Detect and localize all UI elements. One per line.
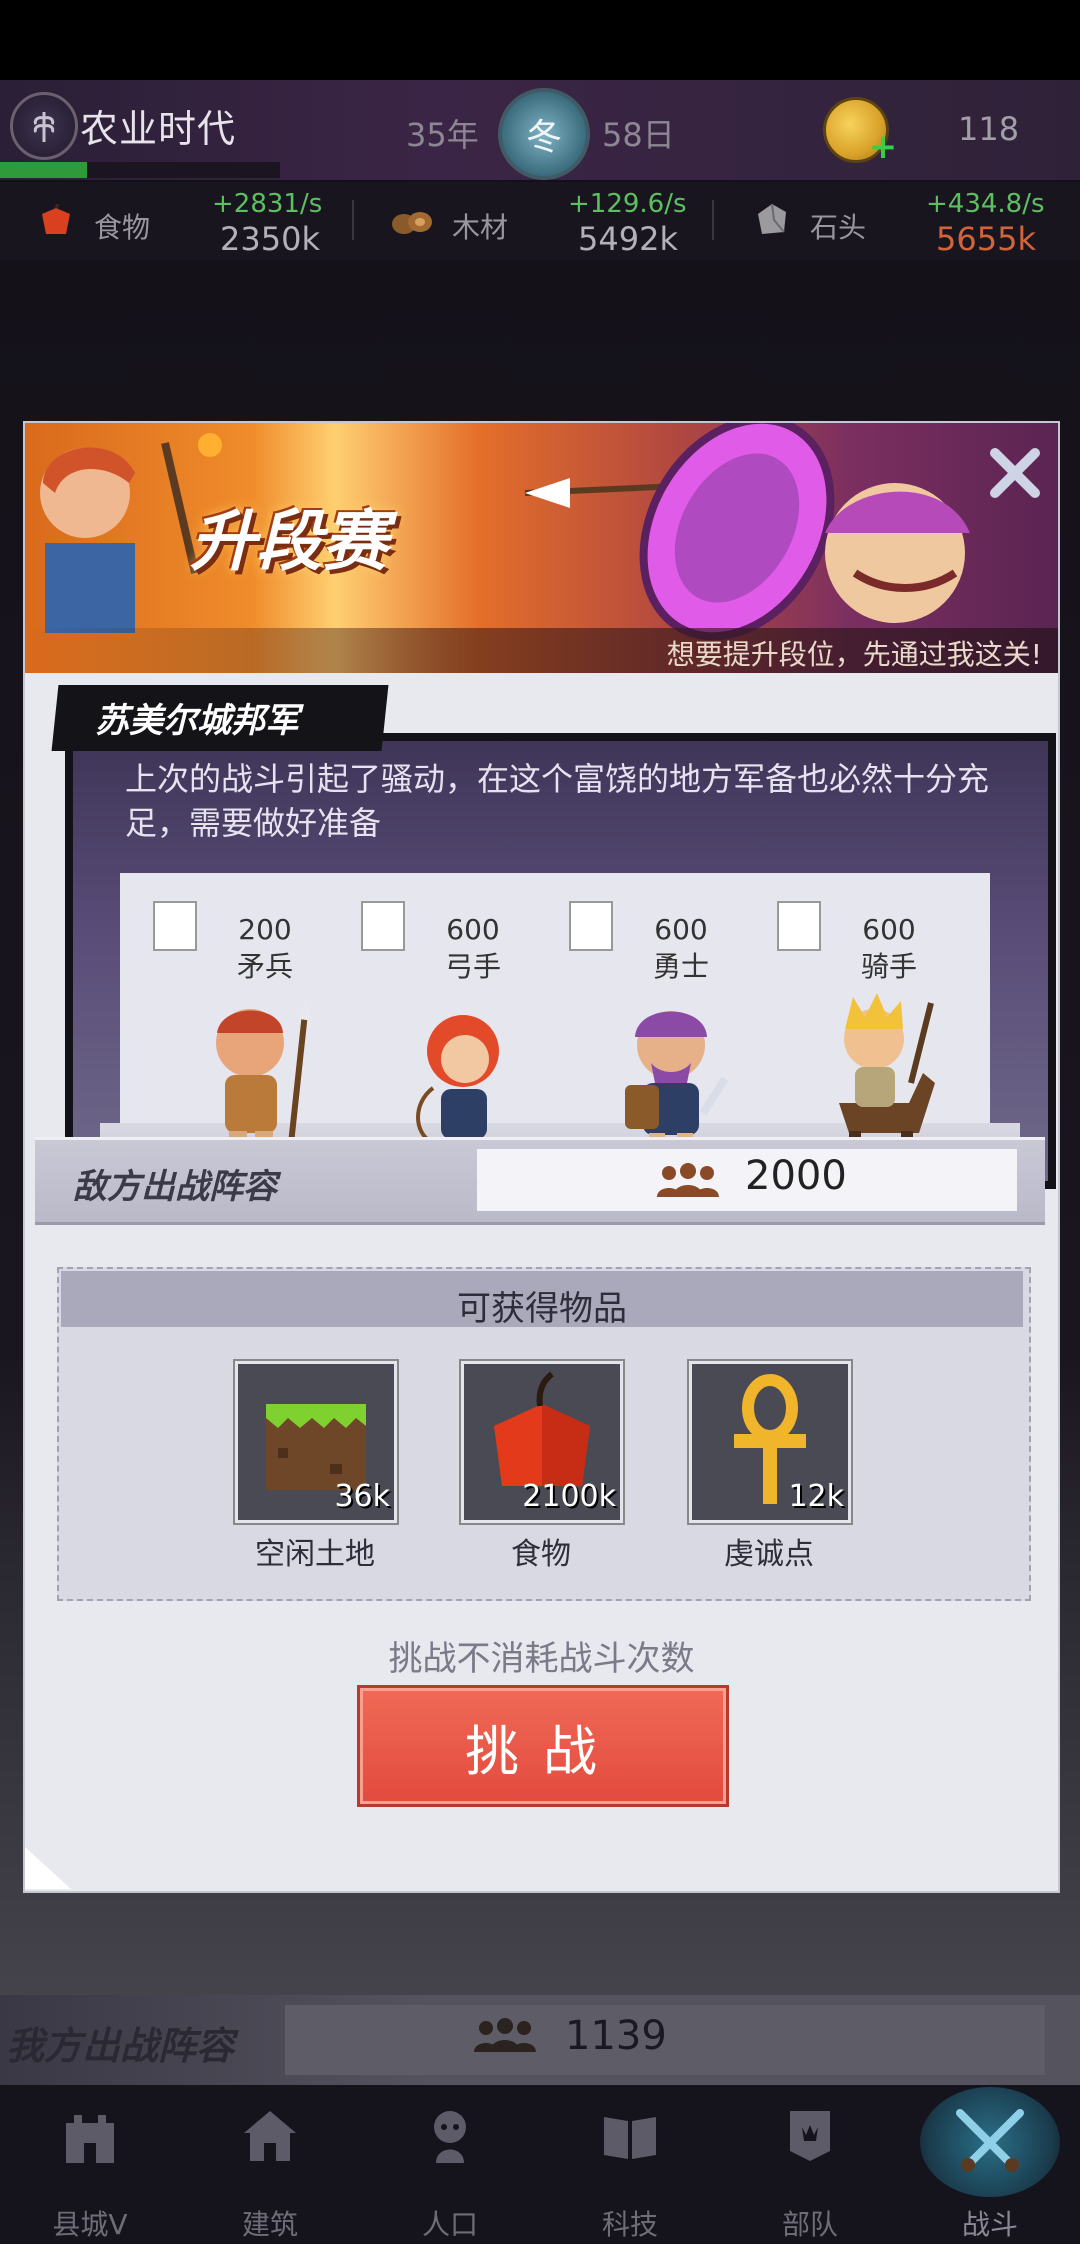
unit-type: 矛兵 xyxy=(236,950,293,983)
challenge-button-label: 挑战 xyxy=(465,1719,621,1783)
close-icon xyxy=(990,448,1040,498)
enemy-total-count: 2000 xyxy=(745,1153,847,1199)
reward-tile: 36k xyxy=(235,1361,397,1523)
reward-qty: 12k xyxy=(788,1479,844,1514)
enemy-unit-rider[interactable]: 600 骑手 xyxy=(759,883,969,1173)
unit-type: 弓手 xyxy=(444,950,501,983)
season-indicator: 冬 xyxy=(498,88,590,180)
unit-count: 200 xyxy=(238,913,292,946)
rewards-title: 可获得物品 xyxy=(457,1289,627,1329)
my-lineup-label: 我方出战阵容 xyxy=(6,2024,235,2068)
resource-food-rate: +2831/s xyxy=(212,189,323,219)
my-total-count: 1139 xyxy=(565,2013,667,2059)
coin-count: 118 xyxy=(958,110,1020,148)
unit-count: 600 xyxy=(654,913,708,946)
reward-tile: 2100k xyxy=(461,1361,623,1523)
nav-label: 部队 xyxy=(781,2208,838,2241)
era-progress-fill xyxy=(0,162,87,178)
resource-wood-name: 木材 xyxy=(452,211,509,244)
nav-battle[interactable]: 战斗 xyxy=(900,2085,1080,2244)
nav-label: 科技 xyxy=(601,2208,658,2241)
banner-icon xyxy=(790,2111,830,2161)
resource-stone-value: 5655k xyxy=(936,220,1036,258)
corner-decoration xyxy=(25,1847,71,1889)
wood-resource-icon xyxy=(390,204,436,242)
sword-flag-icon xyxy=(569,901,613,951)
resource-food-value: 2350k xyxy=(220,220,320,258)
resource-divider xyxy=(352,200,354,240)
nav-label: 县城V xyxy=(52,2208,128,2241)
nav-building[interactable]: 建筑 xyxy=(180,2085,360,2244)
nav-label: 人口 xyxy=(421,2208,478,2241)
bow-flag-icon xyxy=(361,901,405,951)
reward-qty: 2100k xyxy=(522,1479,616,1514)
unit-type: 勇士 xyxy=(652,950,709,983)
reward-label: 虔诚点 xyxy=(724,1537,814,1572)
nav-tech[interactable]: 科技 xyxy=(540,2085,720,2244)
resource-wood-value: 5492k xyxy=(578,220,678,258)
unit-count: 600 xyxy=(862,913,916,946)
reward-label: 空闲土地 xyxy=(255,1537,375,1572)
modal-title: 升段赛 xyxy=(190,503,388,580)
unit-count: 600 xyxy=(446,913,500,946)
enemy-unit-warrior[interactable]: 600 勇士 xyxy=(551,883,761,1173)
rank-match-modal: 升段赛 想要提升段位，先通过我这关! 苏美尔城邦军 上次的战斗引起了骚动，在这个… xyxy=(23,421,1060,1893)
resource-wood-rate: +129.6/s xyxy=(568,189,687,219)
spear-flag-icon xyxy=(153,901,197,951)
people-icon xyxy=(653,1163,723,1203)
resource-divider xyxy=(712,200,714,240)
castle-icon xyxy=(66,2115,114,2163)
era-name: 农业时代 xyxy=(80,107,237,151)
wheat-icon xyxy=(33,112,55,142)
nav-population[interactable]: 人口 xyxy=(360,2085,540,2244)
unit-type: 骑手 xyxy=(860,950,917,983)
stone-resource-icon xyxy=(752,200,792,244)
house-icon xyxy=(244,2111,296,2161)
book-icon xyxy=(604,2117,656,2159)
modal-subtitle: 想要提升段位，先通过我这关! xyxy=(666,638,1042,671)
era-badge[interactable] xyxy=(10,92,78,160)
enemy-lineup-label: 敌方出战阵容 xyxy=(73,1167,277,1207)
challenge-note: 挑战不消耗战斗次数 xyxy=(388,1639,695,1679)
day-text: 58日 xyxy=(602,116,675,154)
nav-troops[interactable]: 部队 xyxy=(720,2085,900,2244)
enemy-description: 上次的战斗引起了骚动，在这个富饶的地方军备也必然十分充足，需要做好准备 xyxy=(125,760,990,842)
enemy-name: 苏美尔城邦军 xyxy=(95,701,299,741)
person-icon xyxy=(434,2111,466,2163)
resource-stone-name: 石头 xyxy=(810,211,867,244)
add-coin-icon[interactable]: + xyxy=(868,130,898,164)
enemy-unit-archer[interactable]: 600 弓手 xyxy=(343,883,553,1173)
resource-food-name: 食物 xyxy=(94,211,151,244)
food-resource-icon xyxy=(36,203,76,242)
reward-qty: 36k xyxy=(334,1479,390,1514)
nav-county[interactable]: 县城V xyxy=(0,2085,180,2244)
resource-bar xyxy=(0,182,1080,260)
swords-icon xyxy=(956,2109,1024,2172)
season-label: 冬 xyxy=(525,117,562,158)
enemy-unit-spearman[interactable]: 200 矛兵 xyxy=(135,883,345,1173)
resource-stone-rate: +434.8/s xyxy=(926,189,1045,219)
reward-label: 食物 xyxy=(511,1537,571,1572)
nav-label: 建筑 xyxy=(241,2208,298,2241)
horse-flag-icon xyxy=(777,901,821,951)
nav-label: 战斗 xyxy=(961,2208,1018,2241)
reward-tile: 12k xyxy=(689,1361,851,1523)
close-button[interactable] xyxy=(983,441,1047,505)
year-text: 35年 xyxy=(406,116,479,154)
challenge-button[interactable]: 挑战 xyxy=(357,1685,729,1807)
people-icon xyxy=(470,2018,540,2058)
status-bar xyxy=(0,0,1080,80)
